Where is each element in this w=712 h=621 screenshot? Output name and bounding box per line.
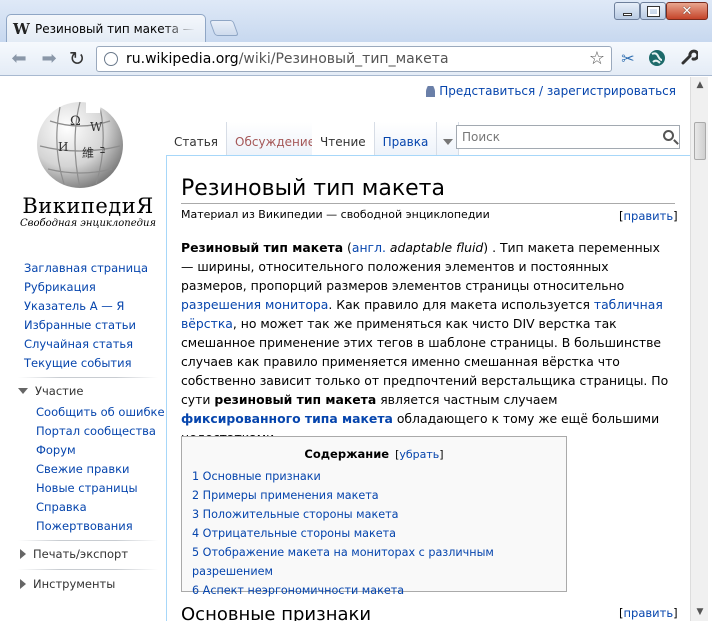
toc-title: Содержание [убрать] — [304, 447, 444, 461]
toc-item-2[interactable]: 2 Примеры применения макета — [192, 489, 379, 502]
forward-button[interactable]: ➡ — [38, 48, 60, 70]
personal-tools[interactable]: Представиться / зарегистрироваться — [426, 84, 676, 98]
collapsed-arrow-icon — [20, 579, 26, 589]
wikipedia-tagline: Свободная энциклопедия — [19, 218, 157, 229]
star-icon[interactable]: ☆ — [589, 48, 605, 69]
nav-current-events[interactable]: Текущие события — [24, 356, 132, 370]
tab-read[interactable]: Чтение — [312, 122, 375, 155]
toc-item-6[interactable]: 6 Аспект неэргономичности макета — [192, 584, 404, 597]
url-text: ru.wikipedia.org/wiki/Резиновый_тип_маке… — [126, 51, 449, 67]
separator — [18, 569, 158, 570]
nav-forum[interactable]: Форум — [36, 443, 76, 457]
svg-text:Ω: Ω — [70, 114, 81, 129]
nav-donate[interactable]: Пожертвования — [36, 519, 133, 533]
user-icon — [426, 85, 436, 97]
tab-article[interactable]: Статья — [166, 122, 228, 155]
close-icon: ✕ — [681, 3, 693, 19]
nav-recent-changes[interactable]: Свежие правки — [36, 462, 130, 476]
separator — [18, 540, 158, 541]
minimize-icon — [622, 12, 632, 16]
wikipedia-wordmark: ВикипедиЯ — [22, 194, 154, 218]
vertical-scrollbar[interactable]: ▲ ▼ — [690, 77, 708, 621]
reload-icon: ↻ — [69, 48, 85, 70]
back-button[interactable]: ⬅ — [8, 48, 30, 70]
participation-heading[interactable]: Участие — [18, 384, 83, 398]
article-lead-paragraph: Резиновый тип макета (англ. adaptable fl… — [181, 240, 669, 445]
view-tabs: Чтение Правка — [312, 122, 460, 155]
edit-section-top[interactable]: [править] — [619, 209, 678, 223]
resolution-link[interactable]: разрешения монитора — [181, 297, 328, 312]
edit-section-1[interactable]: [править] — [619, 606, 678, 620]
svg-text:W: W — [90, 120, 103, 134]
new-tab-button[interactable] — [209, 20, 239, 36]
toc-item-1[interactable]: 1 Основные признаки — [192, 470, 321, 483]
nav-community-portal[interactable]: Портал сообщества — [36, 424, 156, 438]
svg-text:維: 維 — [82, 146, 94, 160]
minimize-button[interactable] — [614, 2, 640, 20]
scroll-down-icon[interactable]: ▼ — [691, 604, 709, 621]
nav-new-pages[interactable]: Новые страницы — [36, 481, 138, 495]
tab-edit[interactable]: Правка — [374, 122, 438, 155]
site-subtitle: Материал из Википедии — свободной энцикл… — [181, 208, 490, 221]
tab-talk[interactable]: Обсуждение — [227, 122, 325, 155]
nav-report-error[interactable]: Сообщить об ошибке — [36, 405, 165, 419]
toc-item-3[interactable]: 3 Положительные стороны макета — [192, 508, 398, 521]
nav-featured[interactable]: Избранные статьи — [24, 318, 136, 332]
nav-help[interactable]: Справка — [36, 500, 87, 514]
print-export-heading[interactable]: Печать/экспорт — [20, 547, 128, 561]
maximize-button[interactable] — [640, 2, 666, 20]
tools-heading[interactable]: Инструменты — [20, 577, 115, 591]
article-content: Резиновый тип макета Материал из Википед… — [166, 155, 690, 621]
section-heading: Основные признаки — [181, 604, 372, 621]
browser-toolbar: ⬅ ➡ ↻ ru.wikipedia.org/wiki/Резиновый_ти… — [0, 42, 712, 76]
tab-title: Резиновый тип макета — В — [35, 21, 195, 36]
scrollbar-thumb[interactable] — [694, 122, 706, 160]
globe-icon[interactable] — [646, 48, 668, 70]
page-icon — [104, 52, 118, 66]
search-icon[interactable] — [663, 130, 674, 141]
reload-button[interactable]: ↻ — [66, 48, 88, 70]
svg-text:И: И — [58, 140, 68, 154]
svg-text:ב: ב — [100, 143, 105, 156]
nav-categories[interactable]: Рубрикация — [24, 280, 96, 294]
namespace-tabs: Статья Обсуждение — [166, 122, 325, 155]
expanded-arrow-icon — [18, 388, 28, 394]
nav-random[interactable]: Случайная статья — [24, 337, 133, 351]
toc-item-4[interactable]: 4 Отрицательные стороны макета — [192, 527, 396, 540]
table-of-contents: Содержание [убрать] 1 Основные признаки 2… — [181, 436, 567, 597]
wikipedia-globe-icon[interactable]: Ω W И 維 ב — [30, 91, 130, 191]
scroll-up-icon[interactable]: ▲ — [691, 77, 709, 94]
title-bar: W Резиновый тип макета — В ✕ — [0, 0, 712, 42]
search-box[interactable] — [456, 125, 680, 149]
collapsed-arrow-icon — [20, 549, 26, 559]
web-page: Представиться / зарегистрироваться Ω W И… — [4, 77, 690, 621]
nav-main-page[interactable]: Заглавная страница — [24, 261, 148, 275]
forward-arrow-icon: ➡ — [41, 48, 57, 69]
login-link[interactable]: Представиться / зарегистрироваться — [439, 84, 676, 98]
address-bar[interactable]: ru.wikipedia.org/wiki/Резиновый_тип_маке… — [96, 46, 612, 72]
browser-tab[interactable]: W Резиновый тип макета — В — [6, 14, 206, 42]
close-button[interactable]: ✕ — [666, 2, 708, 20]
separator — [18, 377, 158, 378]
fixed-layout-link[interactable]: фиксированного типа макета — [181, 411, 393, 426]
toc-hide-link[interactable]: убрать — [399, 448, 439, 461]
back-arrow-icon: ⬅ — [11, 48, 27, 69]
search-input[interactable] — [462, 130, 652, 144]
toc-item-5[interactable]: 5 Отображение макета на мониторах с разл… — [192, 546, 494, 578]
wrench-icon[interactable] — [678, 48, 700, 70]
lang-link[interactable]: англ. — [352, 240, 386, 255]
scissors-icon[interactable]: ✂ — [617, 48, 639, 70]
page-title: Резиновый тип макета — [181, 176, 675, 204]
wikipedia-favicon-icon: W — [13, 19, 30, 38]
nav-index[interactable]: Указатель А — Я — [24, 299, 124, 313]
maximize-icon — [646, 5, 660, 17]
